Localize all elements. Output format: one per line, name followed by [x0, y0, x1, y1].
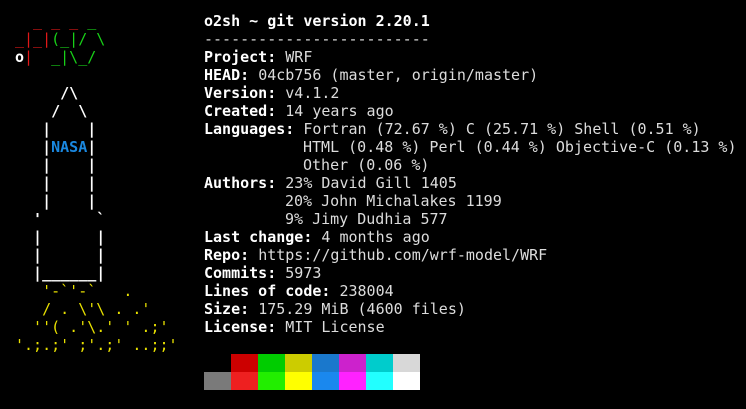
logo-line [15, 66, 178, 84]
project-row: Project: WRF [204, 48, 736, 66]
created-key: Created: [204, 102, 286, 120]
logo-line: | | [15, 120, 97, 138]
authors-line-3: 9% Jimy Dudhia 577 [285, 210, 448, 228]
repo-info-panel: o2sh ~ git version 2.20.1 --------------… [204, 12, 736, 336]
color-swatch [231, 372, 258, 390]
logo-line: /\ [15, 84, 79, 102]
languages-row: Languages: Fortran (72.67 %) C (25.71 %)… [204, 120, 736, 138]
version-key: Version: [204, 84, 286, 102]
created-row: Created: 14 years ago [204, 102, 736, 120]
authors-key: Authors: [204, 174, 286, 192]
head-row: HEAD: 04cb756 (master, origin/master) [204, 66, 736, 84]
color-swatch [312, 354, 339, 372]
logo-line: / \ [15, 102, 88, 120]
logo-line: |NASA| [15, 138, 97, 156]
logo-line: | | [15, 228, 106, 246]
palette-row-bright [204, 372, 420, 390]
languages-line-3: Other (0.06 %) [303, 156, 430, 174]
color-swatch [285, 372, 312, 390]
header-separator: ------------------------- [204, 30, 430, 48]
color-swatch [285, 354, 312, 372]
license-value: MIT License [285, 318, 385, 336]
head-value: 04cb756 (master, origin/master) [258, 66, 539, 84]
license-row: License: MIT License [204, 318, 736, 336]
head-key: HEAD: [204, 66, 259, 84]
logo-line: | | [15, 246, 106, 264]
header-title: o2sh ~ git version 2.20.1 [204, 12, 430, 30]
color-swatch [366, 372, 393, 390]
project-value: WRF [285, 48, 313, 66]
created-value: 14 years ago [285, 102, 394, 120]
logo-line: '-`'-` . [15, 282, 133, 300]
color-swatch [393, 372, 420, 390]
palette-row-normal [204, 354, 420, 372]
languages-line-1: Fortran (72.67 %) C (25.71 %) Shell (0.5… [303, 120, 701, 138]
ascii-logo: _ _ _ _ _|_|(_|/ \ o| _|\_/ /\ / \ | | |NA… [15, 12, 178, 354]
repo-row: Repo: https://github.com/wrf-model/WRF [204, 246, 736, 264]
lines-of-code-row: Lines of code: 238004 [204, 282, 736, 300]
lines-of-code-key: Lines of code: [204, 282, 340, 300]
color-swatch [312, 372, 339, 390]
commits-row: Commits: 5973 [204, 264, 736, 282]
logo-line: ' ` [15, 210, 106, 228]
license-key: License: [204, 318, 286, 336]
color-swatch [204, 354, 231, 372]
logo-line: _|_|(_|/ \ [15, 30, 106, 48]
authors-line-1: 23% David Gill 1405 [285, 174, 457, 192]
color-swatch [258, 354, 285, 372]
logo-line: | | [15, 174, 97, 192]
logo-line: ''( .'\.' ' .;' [15, 318, 169, 336]
commits-key: Commits: [204, 264, 286, 282]
authors-row: Authors: 23% David Gill 1405 [204, 174, 736, 192]
lines-of-code-value: 238004 [339, 282, 394, 300]
size-key: Size: [204, 300, 259, 318]
repo-url[interactable]: https://github.com/wrf-model/WRF [258, 246, 547, 264]
ascii-logo-art: _ _ _ _ _|_|(_|/ \ o| _|\_/ /\ / \ | | |NA… [15, 12, 178, 354]
repo-key: Repo: [204, 246, 259, 264]
last-change-key: Last change: [204, 228, 322, 246]
logo-line: |______| [15, 264, 106, 282]
size-value: 175.29 MiB (4600 files) [258, 300, 466, 318]
color-swatch [339, 354, 366, 372]
logo-line: _ _ _ _ [15, 12, 97, 30]
languages-line-2: HTML (0.48 %) Perl (0.44 %) Objective-C … [303, 138, 737, 156]
color-swatch [258, 372, 285, 390]
color-swatch [393, 354, 420, 372]
logo-line: '.;.;' ;'.;' ..;;' [15, 336, 178, 354]
version-row: Version: v4.1.2 [204, 84, 736, 102]
logo-line: o| _|\_/ [15, 48, 97, 66]
color-palette [204, 354, 420, 390]
commits-value: 5973 [285, 264, 322, 282]
logo-line: | | [15, 156, 97, 174]
languages-key: Languages: [204, 120, 304, 138]
logo-line: | | [15, 192, 97, 210]
version-value: v4.1.2 [285, 84, 340, 102]
logo-line: / . \'\ . .' [15, 300, 151, 318]
project-key: Project: [204, 48, 286, 66]
color-swatch [366, 354, 393, 372]
color-swatch [231, 354, 258, 372]
authors-line-2: 20% John Michalakes 1199 [285, 192, 502, 210]
last-change-row: Last change: 4 months ago [204, 228, 736, 246]
color-swatch [204, 372, 231, 390]
color-swatch [339, 372, 366, 390]
size-row: Size: 175.29 MiB (4600 files) [204, 300, 736, 318]
last-change-value: 4 months ago [321, 228, 430, 246]
